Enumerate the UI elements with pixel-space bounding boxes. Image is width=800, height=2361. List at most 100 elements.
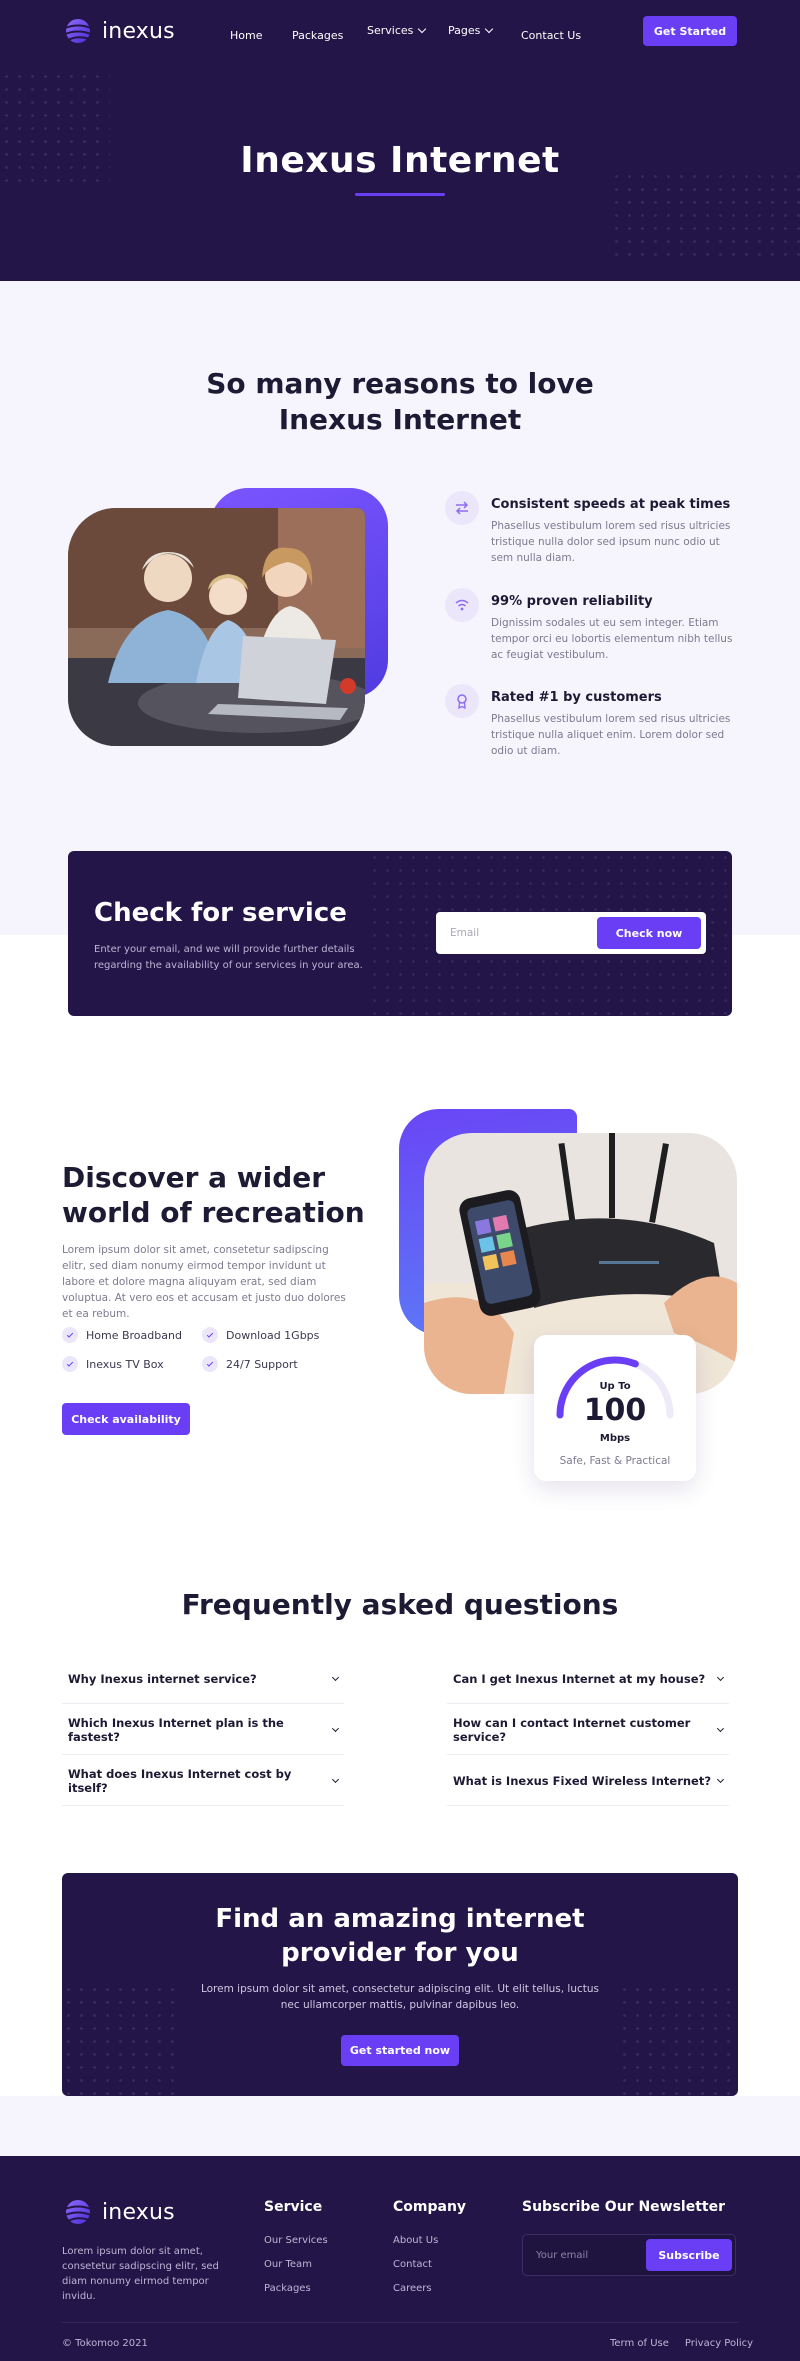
logo-text: inexus — [102, 18, 175, 44]
faq-item[interactable]: Why Inexus internet service? — [62, 1654, 344, 1704]
footer-logo[interactable]: inexus — [62, 2196, 175, 2228]
feature-item: Rated #1 by customers Phasellus vestibul… — [445, 684, 735, 759]
logo[interactable]: inexus — [62, 15, 175, 47]
check-icon — [202, 1327, 218, 1343]
dot-pattern — [610, 170, 800, 260]
title-underline — [355, 193, 445, 196]
award-icon — [445, 684, 479, 718]
faq-question: How can I contact Internet customer serv… — [453, 1715, 691, 1744]
footer-link[interactable]: About Us — [393, 2235, 438, 2246]
nav-contact-label: Contact Us — [521, 29, 582, 42]
faq-item[interactable]: How can I contact Internet customer serv… — [447, 1705, 729, 1755]
speed-arrows-icon — [445, 491, 479, 525]
discover-text: Lorem ipsum dolor sit amet, consetetur s… — [62, 1244, 346, 1320]
nav-packages[interactable]: Packages — [292, 24, 343, 43]
speed-card: Up To 100 Mbps Safe, Fast & Practical — [534, 1335, 696, 1481]
discover-title: Discover a wider world of recreation — [62, 1160, 365, 1230]
wifi-icon — [445, 588, 479, 622]
privacy-link[interactable]: Privacy Policy — [685, 2338, 753, 2349]
nav-home[interactable]: Home — [230, 24, 262, 43]
chevron-down-icon — [717, 1724, 725, 1732]
chevron-down-icon — [332, 1724, 340, 1732]
dot-pattern — [618, 1983, 738, 2096]
globe-logo-icon — [64, 2200, 92, 2224]
newsletter-email-input[interactable]: Your email — [536, 2250, 588, 2261]
nav-services[interactable]: Services — [367, 24, 427, 37]
check-icon — [62, 1356, 78, 1372]
faq-item[interactable]: Which Inexus Internet plan is the fastes… — [62, 1705, 344, 1755]
speed-label: Up To — [599, 1381, 631, 1392]
chevron-down-icon — [331, 1775, 340, 1783]
check-availability-button[interactable]: Check availability — [62, 1403, 190, 1435]
chevron-down-icon — [485, 24, 494, 33]
check-service-text: Enter your email, and we will provide fu… — [94, 944, 363, 971]
feature-check-item: Home Broadband — [62, 1327, 182, 1343]
speed-caption: Safe, Fast & Practical — [559, 1455, 671, 1467]
faq-item[interactable]: What is Inexus Fixed Wireless Internet? — [447, 1756, 729, 1806]
feature-check-label: Inexus TV Box — [86, 1357, 164, 1371]
footer-link[interactable]: Our Services — [264, 2235, 328, 2246]
chevron-down-icon — [418, 24, 427, 33]
reasons-title: So many reasons to love Inexus Internet — [0, 366, 800, 438]
chevron-down-icon — [716, 1775, 725, 1783]
faq-question: Can I get Inexus Internet at my house? — [453, 1671, 706, 1686]
feature-check-label: 24/7 Support — [226, 1357, 298, 1371]
feature-item: Consistent speeds at peak times Phasellu… — [445, 491, 735, 566]
check-now-button[interactable]: Check now — [597, 917, 701, 949]
globe-logo-icon — [64, 19, 92, 43]
faq-question: Which Inexus Internet plan is the fastes… — [68, 1715, 284, 1744]
faq-question: What does Inexus Internet cost by itself… — [68, 1766, 292, 1795]
footer-company-heading: Company — [393, 2199, 467, 2215]
feature-title: 99% proven reliability — [491, 594, 653, 609]
faq-item[interactable]: Can I get Inexus Internet at my house? — [447, 1654, 729, 1704]
get-started-now-button[interactable]: Get started now — [341, 2035, 459, 2066]
discover-title-line2: world of recreation — [62, 1196, 365, 1229]
speed-value: 100 — [583, 1393, 647, 1428]
discover-title-line1: Discover a wider — [62, 1161, 326, 1194]
footer-about-text: Lorem ipsum dolor sit amet, consetetur s… — [62, 2246, 219, 2302]
speed-unit: Mbps — [599, 1433, 631, 1444]
check-icon — [62, 1327, 78, 1343]
feature-item: 99% proven reliability Dignissim sodales… — [445, 588, 735, 663]
newsletter-heading: Subscribe Our Newsletter — [522, 2199, 725, 2215]
email-input[interactable]: Email — [450, 927, 479, 939]
feature-check-item: Inexus TV Box — [62, 1356, 164, 1372]
cta-title-line2: provider for you — [281, 1938, 519, 1968]
cta-title-line1: Find an amazing internet — [215, 1904, 585, 1934]
feature-title: Consistent speeds at peak times — [491, 497, 731, 512]
nav-packages-label: Packages — [292, 29, 344, 42]
terms-link[interactable]: Term of Use — [610, 2338, 669, 2349]
feature-text: Dignissim sodales ut eu sem integer. Eti… — [491, 617, 733, 661]
feature-title: Rated #1 by customers — [491, 690, 662, 705]
subscribe-button[interactable]: Subscribe — [646, 2239, 732, 2271]
check-icon — [202, 1356, 218, 1372]
nav-pages[interactable]: Pages — [448, 24, 494, 37]
faq-item[interactable]: What does Inexus Internet cost by itself… — [62, 1756, 344, 1806]
faq-question: What is Inexus Fixed Wireless Internet? — [453, 1773, 712, 1788]
chevron-down-icon — [331, 1673, 340, 1681]
cta-text: Lorem ipsum dolor sit amet, consectetur … — [200, 1983, 600, 2011]
dot-pattern — [62, 1983, 182, 2096]
footer-link[interactable]: Contact — [393, 2259, 432, 2270]
reasons-title-line1: So many reasons to love — [206, 367, 594, 400]
faq-title: Frequently asked questions — [181, 1588, 619, 1621]
faq-question: Why Inexus internet service? — [68, 1671, 257, 1686]
copyright: © Tokomoo 2021 — [62, 2338, 148, 2349]
feature-check-item: 24/7 Support — [202, 1356, 298, 1372]
cta-title: Find an amazing internet provider for yo… — [0, 1902, 800, 1970]
feature-text: Phasellus vestibulum lorem sed risus ult… — [491, 520, 731, 564]
footer-link[interactable]: Packages — [264, 2283, 311, 2294]
nav-pages-label: Pages — [448, 24, 481, 37]
legal-links: Term of Use Privacy Policy — [610, 2338, 753, 2349]
footer-link[interactable]: Careers — [393, 2283, 432, 2294]
logo-text: inexus — [102, 2199, 175, 2225]
nav-contact[interactable]: Contact Us — [521, 24, 581, 43]
footer-link[interactable]: Our Team — [264, 2259, 312, 2270]
chevron-down-icon — [716, 1673, 725, 1681]
feature-text: Phasellus vestibulum lorem sed risus ult… — [491, 713, 731, 757]
feature-check-label: Home Broadband — [86, 1328, 182, 1342]
page-title: Inexus Internet — [240, 140, 560, 181]
reasons-title-line2: Inexus Internet — [278, 403, 522, 436]
get-started-button[interactable]: Get Started — [643, 16, 737, 46]
family-laptop-photo — [68, 508, 365, 746]
